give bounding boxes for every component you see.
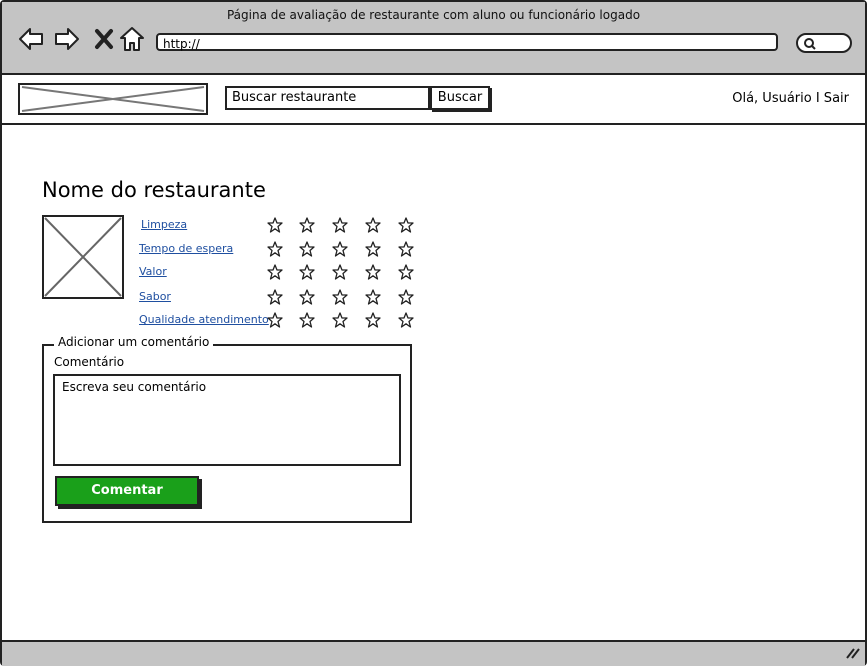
criterion-sabor[interactable]: Sabor (139, 290, 171, 303)
star-icon[interactable] (332, 312, 348, 328)
back-arrow-icon[interactable] (18, 26, 44, 52)
star-icon[interactable] (365, 217, 381, 233)
comment-legend: Adicionar um comentário (54, 335, 214, 349)
star-icon[interactable] (365, 312, 381, 328)
star-icon[interactable] (365, 241, 381, 257)
star-icon[interactable] (398, 312, 414, 328)
close-x-icon[interactable] (92, 26, 118, 52)
criterion-limpeza[interactable]: Limpeza (141, 218, 187, 231)
star-icon[interactable] (332, 241, 348, 257)
browser-search-box[interactable] (796, 33, 852, 53)
star-icon[interactable] (299, 312, 315, 328)
star-icon[interactable] (267, 217, 283, 233)
url-bar[interactable]: http:// (156, 33, 778, 51)
criterion-tempo-de-espera[interactable]: Tempo de espera (139, 242, 233, 255)
logo-placeholder[interactable] (18, 83, 208, 115)
star-icon[interactable] (299, 217, 315, 233)
star-icon[interactable] (398, 217, 414, 233)
comment-field-label: Comentário (54, 355, 125, 369)
restaurant-search-input[interactable]: Buscar restaurante (225, 86, 430, 110)
resize-handle-icon[interactable] (845, 645, 861, 659)
comment-textarea[interactable]: Escreva seu comentário (53, 374, 401, 466)
search-icon (804, 38, 816, 50)
star-icon[interactable] (332, 289, 348, 305)
star-icon[interactable] (332, 264, 348, 280)
star-icon[interactable] (398, 241, 414, 257)
star-icon[interactable] (267, 241, 283, 257)
home-icon[interactable] (119, 26, 145, 52)
star-icon[interactable] (299, 289, 315, 305)
star-icon[interactable] (267, 289, 283, 305)
star-icon[interactable] (267, 264, 283, 280)
star-icon[interactable] (299, 241, 315, 257)
search-button[interactable]: Buscar (430, 86, 490, 110)
user-greeting[interactable]: Olá, Usuário I Sair (732, 91, 849, 106)
star-icon[interactable] (398, 264, 414, 280)
browser-chrome: Página de avaliação de restaurante com a… (2, 2, 865, 75)
star-icon[interactable] (299, 264, 315, 280)
restaurant-image-placeholder (42, 215, 124, 299)
star-icon[interactable] (365, 289, 381, 305)
window-title: Página de avaliação de restaurante com a… (226, 8, 641, 22)
star-icon[interactable] (365, 264, 381, 280)
site-header: Buscar restaurante Buscar Olá, Usuário I… (2, 75, 865, 125)
restaurant-name: Nome do restaurante (42, 178, 266, 202)
comment-submit-button[interactable]: Comentar (55, 476, 199, 506)
criterion-valor[interactable]: Valor (139, 265, 167, 278)
star-icon[interactable] (332, 217, 348, 233)
criterion-qualidade-atendimento[interactable]: Qualidade atendimento (139, 313, 269, 326)
status-bar (2, 640, 865, 666)
star-icon[interactable] (398, 289, 414, 305)
browser-window: Página de avaliação de restaurante com a… (0, 0, 867, 666)
star-icon[interactable] (267, 312, 283, 328)
forward-arrow-icon[interactable] (54, 26, 80, 52)
